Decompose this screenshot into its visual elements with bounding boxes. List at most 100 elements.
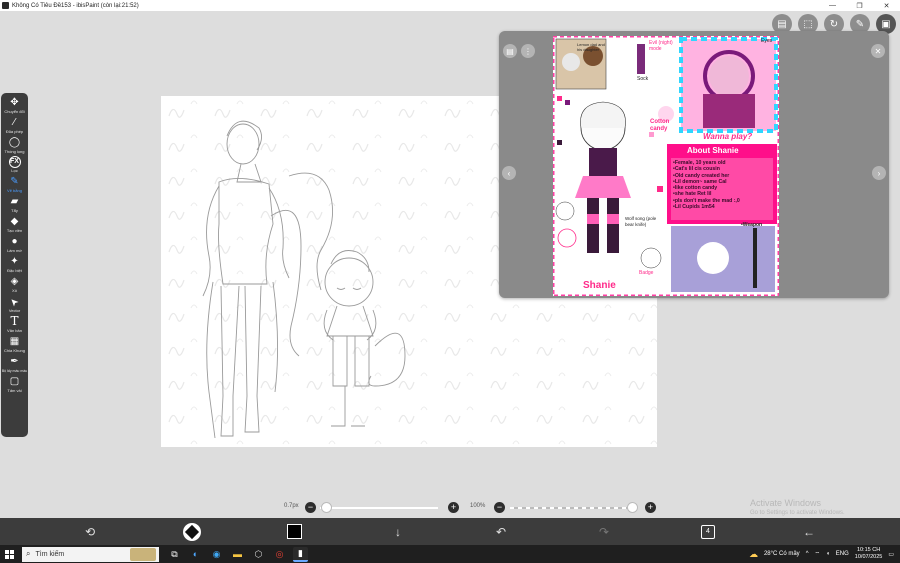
edge-icon[interactable]: ◉: [209, 547, 224, 562]
brush-size-slider[interactable]: [320, 507, 438, 509]
windows-taskbar: ⌕ Tìm kiếm ⧉ ◐ ◉ ▬ ⬡ ◎ ▮ ☁ 28°C Có mây ^…: [0, 545, 900, 563]
opacity-knob[interactable]: [627, 502, 638, 513]
opacity-slider[interactable]: [510, 507, 634, 509]
task-view-icon[interactable]: ⧉: [167, 547, 182, 562]
current-color-swatch: [287, 524, 302, 539]
brush-size-button[interactable]: [183, 522, 201, 541]
tool-frame-divider[interactable]: ▦ Chia Khung: [1, 335, 28, 354]
tool-bucket[interactable]: ◈ Xô: [1, 275, 28, 294]
tool-label: Tẩy: [11, 208, 18, 213]
tool-label: Thòng lọng: [4, 149, 25, 154]
network-icon[interactable]: ⌔: [815, 550, 821, 558]
ref-about-title: About Shanie: [687, 146, 739, 155]
brush-preview-icon: [183, 522, 201, 541]
layers-button[interactable]: 4: [700, 523, 716, 540]
ref-caption-wolf: Wolf song (pole bear knife): [625, 216, 657, 227]
tool-label: Đũa phép: [5, 129, 24, 134]
ibispaint-taskbar-icon[interactable]: ▮: [293, 546, 308, 562]
taskbar-clock[interactable]: 10:15 CH 10/07/2025: [855, 547, 883, 561]
brush-size-increase-button[interactable]: +: [448, 502, 459, 513]
weather-icon[interactable]: ☁: [749, 549, 758, 560]
window-titlebar: Không Có Tiêu Đề153 - ibisPaint (còn lại…: [0, 0, 900, 11]
lasso-icon: ◯: [8, 137, 21, 148]
search-icon: ⌕: [26, 549, 31, 558]
ibispaint-app-icon: [2, 2, 9, 9]
tool-brush[interactable]: ✎ Vẽ bằng: [1, 175, 28, 194]
ref-caption-sock: Sock: [637, 76, 649, 82]
tool-smudge[interactable]: ◆ Tạo viền: [1, 215, 28, 234]
close-button[interactable]: ✕: [873, 0, 900, 11]
tool-vector[interactable]: ➤ Vector: [1, 295, 28, 314]
reference-window[interactable]: ▤ ⋮ ✕ ‹ › Lemon dad and his daughter Evi…: [499, 31, 889, 298]
canvas-icon: ▢: [9, 376, 20, 387]
magic-wand-icon: ⁄: [13, 117, 16, 128]
chrome-icon[interactable]: ◎: [272, 547, 287, 562]
color-button[interactable]: [287, 523, 302, 540]
filter-icon: FX: [8, 156, 21, 168]
tool-special[interactable]: ✦ Đặc biệt: [1, 255, 28, 274]
reference-close-icon[interactable]: ✕: [871, 44, 885, 58]
smudge-icon: ◆: [10, 216, 19, 227]
taskbar-apps: ⧉ ◐ ◉ ▬ ⬡ ◎ ▮: [167, 546, 308, 562]
tool-lasso[interactable]: ◯ Thòng lọng: [1, 136, 28, 155]
tool-label: Làm mờ: [7, 248, 22, 253]
tool-blur[interactable]: ● Làm mờ: [1, 235, 28, 254]
security-icon[interactable]: ⬡: [251, 547, 266, 562]
window-controls: — ❐ ✕: [819, 0, 900, 11]
file-explorer-icon[interactable]: ▬: [230, 547, 245, 562]
tool-eyedropper[interactable]: ✒ Bộ lấy màu màu: [1, 355, 28, 374]
tool-label: Đặc biệt: [7, 268, 22, 273]
notification-icon[interactable]: ▭: [888, 551, 894, 558]
tool-label: Tạo viền: [6, 228, 23, 233]
reference-layers-icon[interactable]: ▤: [503, 44, 517, 58]
ref-about-line: •Lil Cupids 1m54: [673, 204, 715, 211]
tool-label: Bộ lấy màu màu: [1, 369, 28, 373]
tool-text[interactable]: T Văn bản: [1, 315, 28, 334]
reference-next-icon[interactable]: ›: [872, 166, 886, 180]
volume-icon[interactable]: ◖: [826, 551, 830, 557]
ref-caption-weapon: •Weapon: [741, 222, 763, 228]
tool-eraser[interactable]: ▰ Tẩy: [1, 195, 28, 214]
search-highlight-image: [130, 547, 156, 561]
redo-icon[interactable]: ↷: [596, 523, 612, 540]
maximize-button[interactable]: ❐: [846, 0, 873, 11]
tool-canvas[interactable]: ▢ Tấm vải: [1, 375, 28, 394]
layer-count: 4: [701, 524, 715, 539]
special-icon: ✦: [10, 256, 19, 267]
ref-caption-lemon: Lemon dad and his daughter: [577, 42, 605, 52]
left-toolbar: ✥ Chuyển đổi ⁄ Đũa phép ◯ Thòng lọng FX Lọc …: [1, 93, 28, 437]
tool-label: Chuyển đổi: [4, 109, 25, 114]
download-arrow-icon[interactable]: ↓: [390, 523, 406, 540]
language-indicator[interactable]: ENG: [836, 551, 849, 557]
blur-icon: ●: [11, 236, 18, 247]
ref-caption-eyes: Eyes: [761, 38, 773, 44]
clock-date: 10/07/2025: [854, 554, 883, 560]
reference-menu-icon[interactable]: ⋮: [521, 44, 535, 58]
vector-icon: ➤: [7, 294, 22, 309]
opacity-increase-button[interactable]: +: [645, 502, 656, 513]
undo-icon[interactable]: ↶: [493, 523, 509, 540]
ref-about-list: •Female, 10 years old •Cat's lil cis cou…: [673, 160, 775, 210]
weather-text[interactable]: 28°C Có mây: [764, 551, 800, 557]
start-button[interactable]: [0, 545, 18, 563]
tool-filter[interactable]: FX Lọc: [1, 156, 28, 174]
opacity-decrease-button[interactable]: −: [494, 502, 505, 513]
tray-chevron-icon[interactable]: ^: [806, 551, 809, 557]
taskbar-search[interactable]: ⌕ Tìm kiếm: [22, 546, 159, 562]
tool-label: Chia Khung: [4, 348, 25, 353]
tool-transform[interactable]: ✥ Chuyển đổi: [1, 96, 28, 115]
watermark-line2: Go to Settings to activate Windows.: [750, 510, 845, 516]
ref-caption-cotton-candy: Cotton candy: [650, 119, 670, 132]
quick-tool-icon[interactable]: ⟲: [82, 523, 98, 540]
copilot-icon[interactable]: ◐: [188, 547, 203, 562]
back-arrow-icon[interactable]: ←: [801, 523, 817, 540]
reference-prev-icon[interactable]: ‹: [502, 166, 516, 180]
tool-magic-wand[interactable]: ⁄ Đũa phép: [1, 116, 28, 135]
activate-windows-watermark: Activate Windows Go to Settings to activ…: [750, 498, 845, 518]
minimize-button[interactable]: —: [819, 0, 846, 11]
ref-caption-wanna-play: Wanna play?: [703, 132, 753, 141]
move-icon: ✥: [10, 97, 19, 108]
brush-size-decrease-button[interactable]: −: [305, 502, 316, 513]
window-title: Không Có Tiêu Đề153 - ibisPaint (còn lại…: [12, 2, 139, 9]
brush-size-knob[interactable]: [321, 502, 332, 513]
